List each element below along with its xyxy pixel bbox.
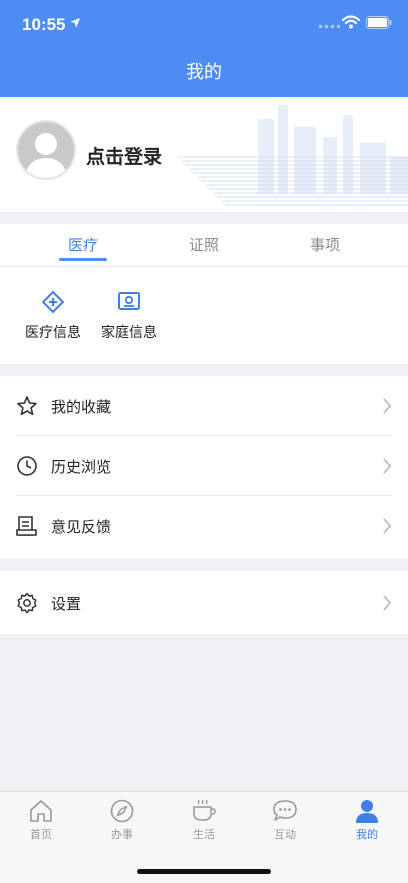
coffee-icon	[193, 799, 216, 821]
medical-info-icon	[41, 290, 65, 314]
nav-life[interactable]: 生活	[164, 798, 244, 842]
nav-interaction[interactable]: 互动	[245, 798, 325, 842]
city-skyline-illustration	[178, 105, 408, 206]
home-icon	[30, 800, 52, 822]
tab-medical[interactable]: 医疗	[43, 234, 123, 255]
profile-card[interactable]: 点击登录	[0, 97, 408, 212]
star-icon	[17, 396, 37, 416]
menu-item-label: 历史浏览	[51, 458, 112, 476]
user-icon	[356, 800, 378, 823]
login-link[interactable]: 点击登录	[86, 142, 162, 169]
nav-services[interactable]: 办事	[82, 798, 162, 842]
clock-icon	[17, 456, 37, 476]
avatar[interactable]	[16, 120, 76, 180]
services-card: 医疗 证照 事项 医疗信息 家庭信息	[0, 224, 408, 364]
chat-icon	[273, 800, 297, 821]
menu-item-label: 设置	[51, 595, 82, 613]
battery-icon	[366, 16, 392, 29]
menu-item-favorites[interactable]: 我的收藏	[0, 376, 408, 435]
chevron-right-icon	[383, 398, 392, 414]
nav-label: 互动	[274, 828, 296, 841]
menu-item-settings[interactable]: 设置	[0, 573, 408, 632]
status-time: 10:55	[22, 15, 66, 34]
chevron-right-icon	[383, 458, 392, 474]
shortcut-family-info[interactable]: 家庭信息	[94, 290, 164, 342]
tab-certificates[interactable]: 证照	[164, 234, 244, 255]
menu-item-feedback[interactable]: 意见反馈	[0, 496, 408, 555]
location-arrow-icon	[70, 18, 80, 28]
chevron-right-icon	[383, 595, 392, 611]
nav-label: 生活	[193, 828, 215, 841]
header-bar: 10:55 我的	[0, 0, 408, 97]
settings-list: 设置	[0, 571, 408, 634]
menu-item-history[interactable]: 历史浏览	[0, 436, 408, 495]
active-tab-indicator	[59, 258, 107, 261]
tab-matters[interactable]: 事项	[285, 234, 365, 255]
feedback-icon	[16, 516, 37, 536]
chevron-right-icon	[383, 518, 392, 534]
wifi-icon	[342, 15, 360, 29]
nav-label: 办事	[111, 828, 133, 841]
default-avatar-icon	[24, 133, 68, 178]
menu-item-label: 意见反馈	[51, 518, 112, 536]
tab-bar: 医疗 证照 事项	[0, 224, 408, 267]
shortcut-medical-info[interactable]: 医疗信息	[18, 290, 88, 342]
family-info-icon	[118, 292, 140, 310]
nav-mine[interactable]: 我的	[327, 798, 407, 842]
shortcut-label: 医疗信息	[25, 325, 81, 341]
gear-icon	[17, 592, 37, 614]
status-bar: 10:55	[0, 0, 408, 48]
menu-item-label: 我的收藏	[51, 398, 112, 416]
nav-home[interactable]: 首页	[1, 798, 81, 842]
signal-dots-icon	[318, 24, 341, 29]
home-indicator	[137, 869, 271, 874]
page-title: 我的	[186, 62, 222, 83]
nav-label: 首页	[30, 828, 52, 841]
shortcut-label: 家庭信息	[101, 325, 157, 341]
compass-icon	[110, 799, 134, 823]
menu-list: 我的收藏 历史浏览 意见反馈	[0, 376, 408, 558]
nav-label: 我的	[356, 828, 378, 841]
